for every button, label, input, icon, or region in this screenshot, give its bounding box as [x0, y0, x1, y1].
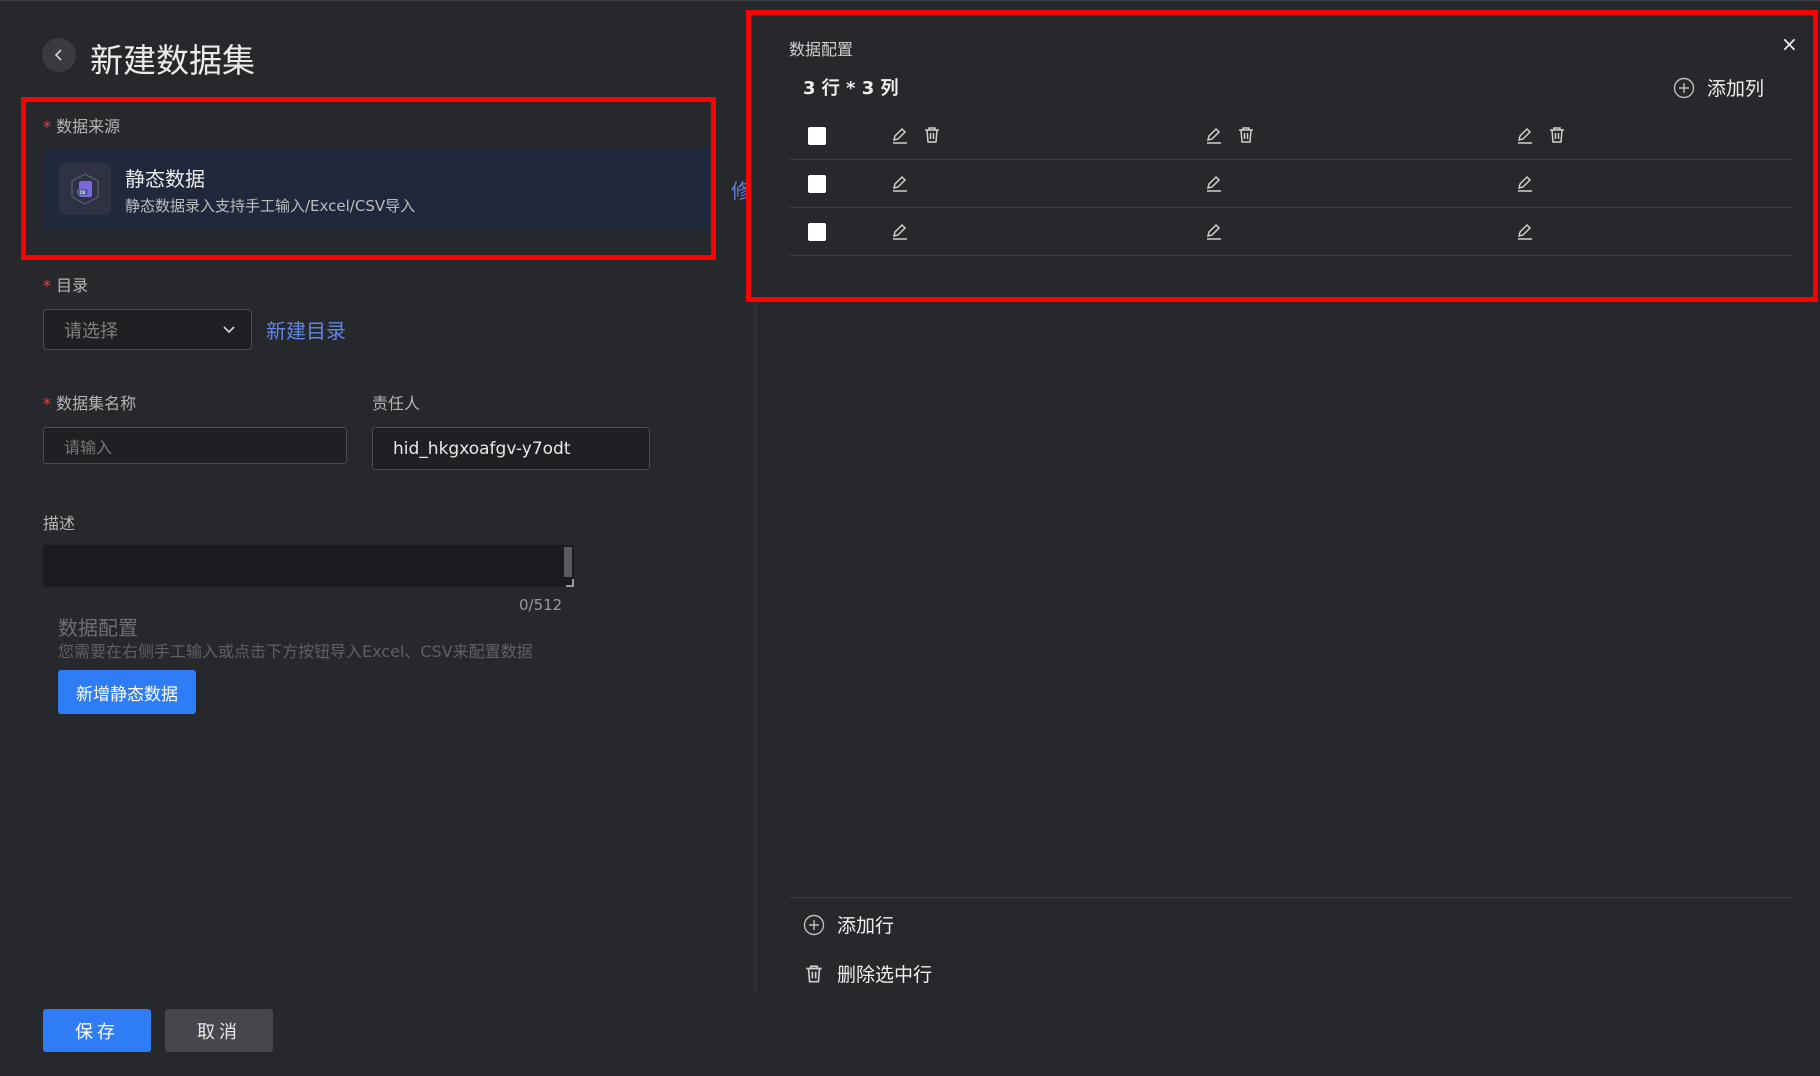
dataset-form: 新建数据集 数据来源 DB 静态数据 静态数据录入支持手工输入/Excel/CS…	[0, 0, 755, 1076]
actions-divider	[789, 897, 1793, 898]
add-circle-icon	[803, 914, 825, 935]
page-title: 新建数据集	[90, 41, 255, 80]
name-input[interactable]: 请输入	[43, 427, 347, 464]
back-button[interactable]	[42, 38, 76, 72]
desc-label: 描述	[43, 514, 76, 533]
back-icon	[54, 49, 62, 61]
dir-label: 目录	[43, 272, 88, 296]
cancel-button[interactable]: 取消	[165, 1009, 273, 1052]
desc-textarea[interactable]	[43, 545, 574, 587]
delete-selected-rows-button[interactable]: 删除选中行	[803, 960, 932, 987]
config-title: 数据配置	[58, 616, 138, 640]
textarea-scrollbar[interactable]	[564, 547, 572, 577]
desc-counter: 0/512	[519, 596, 563, 614]
trash-icon	[806, 964, 822, 983]
textarea-resize-handle[interactable]	[566, 579, 574, 587]
delete-selected-label: 删除选中行	[837, 964, 933, 986]
highlight-box-data-config	[746, 10, 1818, 302]
config-hint: 您需要在右侧手工输入或点击下方按钮导入Excel、CSV来配置数据	[58, 642, 533, 661]
add-static-data-button[interactable]: 新增静态数据	[58, 670, 196, 714]
dir-select[interactable]: 请选择	[43, 309, 252, 350]
owner-label: 责任人	[372, 394, 421, 413]
add-row-label: 添加行	[837, 915, 895, 937]
add-row-button[interactable]: 添加行	[803, 911, 894, 938]
save-button[interactable]: 保存	[43, 1009, 151, 1052]
name-label: 数据集名称	[43, 390, 136, 414]
owner-input[interactable]: hid_hkgxoafgv-y7odt	[372, 427, 650, 470]
highlight-box-source	[21, 97, 716, 260]
chevron-down-icon	[223, 326, 235, 334]
dir-select-placeholder: 请选择	[64, 320, 118, 342]
new-dir-link[interactable]: 新建目录	[266, 315, 346, 344]
